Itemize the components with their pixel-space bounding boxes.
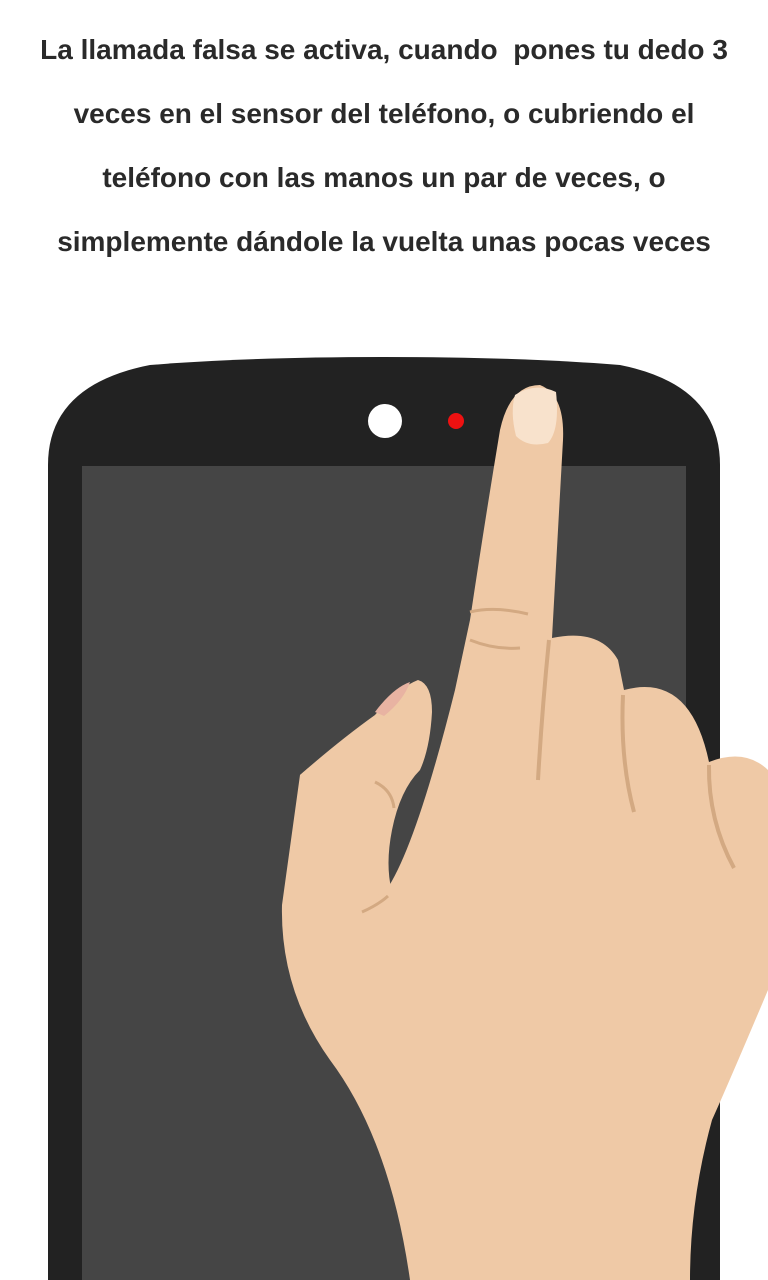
camera-icon [368,404,402,438]
proximity-sensor-icon [448,413,464,429]
index-fingernail [512,387,557,445]
phone-hand-illustration [48,357,768,1280]
